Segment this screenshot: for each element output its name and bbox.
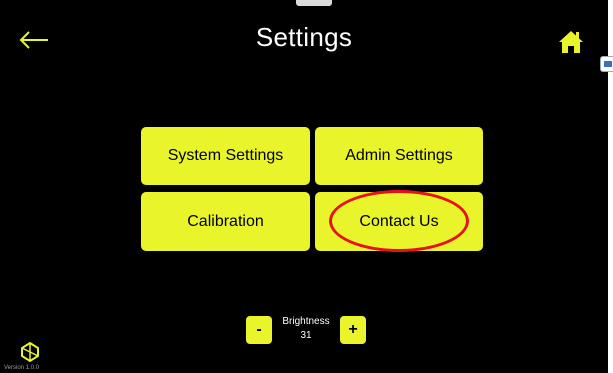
calibration-label: Calibration bbox=[187, 212, 264, 230]
settings-screen: Settings System Settings Admin Settings … bbox=[0, 0, 608, 373]
brightness-value: 31 bbox=[300, 330, 312, 341]
system-settings-label: System Settings bbox=[167, 147, 284, 164]
side-tab-icon[interactable] bbox=[600, 56, 613, 72]
calibration-button[interactable]: Calibration bbox=[141, 192, 310, 251]
contact-us-label: Contact Us bbox=[359, 212, 439, 230]
brand-logo-icon bbox=[21, 341, 39, 363]
admin-settings-button[interactable]: Admin Settings bbox=[315, 127, 483, 185]
brightness-increase-button[interactable]: + bbox=[340, 316, 366, 344]
home-icon bbox=[559, 31, 583, 53]
brightness-decrease-button[interactable]: - bbox=[246, 316, 272, 344]
home-button[interactable] bbox=[556, 28, 586, 56]
brightness-label: Brightness bbox=[282, 316, 330, 327]
page-title: Settings bbox=[255, 22, 353, 52]
contact-us-button[interactable]: Contact Us bbox=[315, 192, 483, 251]
admin-settings-label: Admin Settings bbox=[345, 147, 453, 164]
pull-down-handle[interactable] bbox=[296, 0, 332, 6]
version-label: Version 1.0.0 bbox=[4, 365, 40, 371]
system-settings-button[interactable]: System Settings bbox=[141, 127, 310, 185]
